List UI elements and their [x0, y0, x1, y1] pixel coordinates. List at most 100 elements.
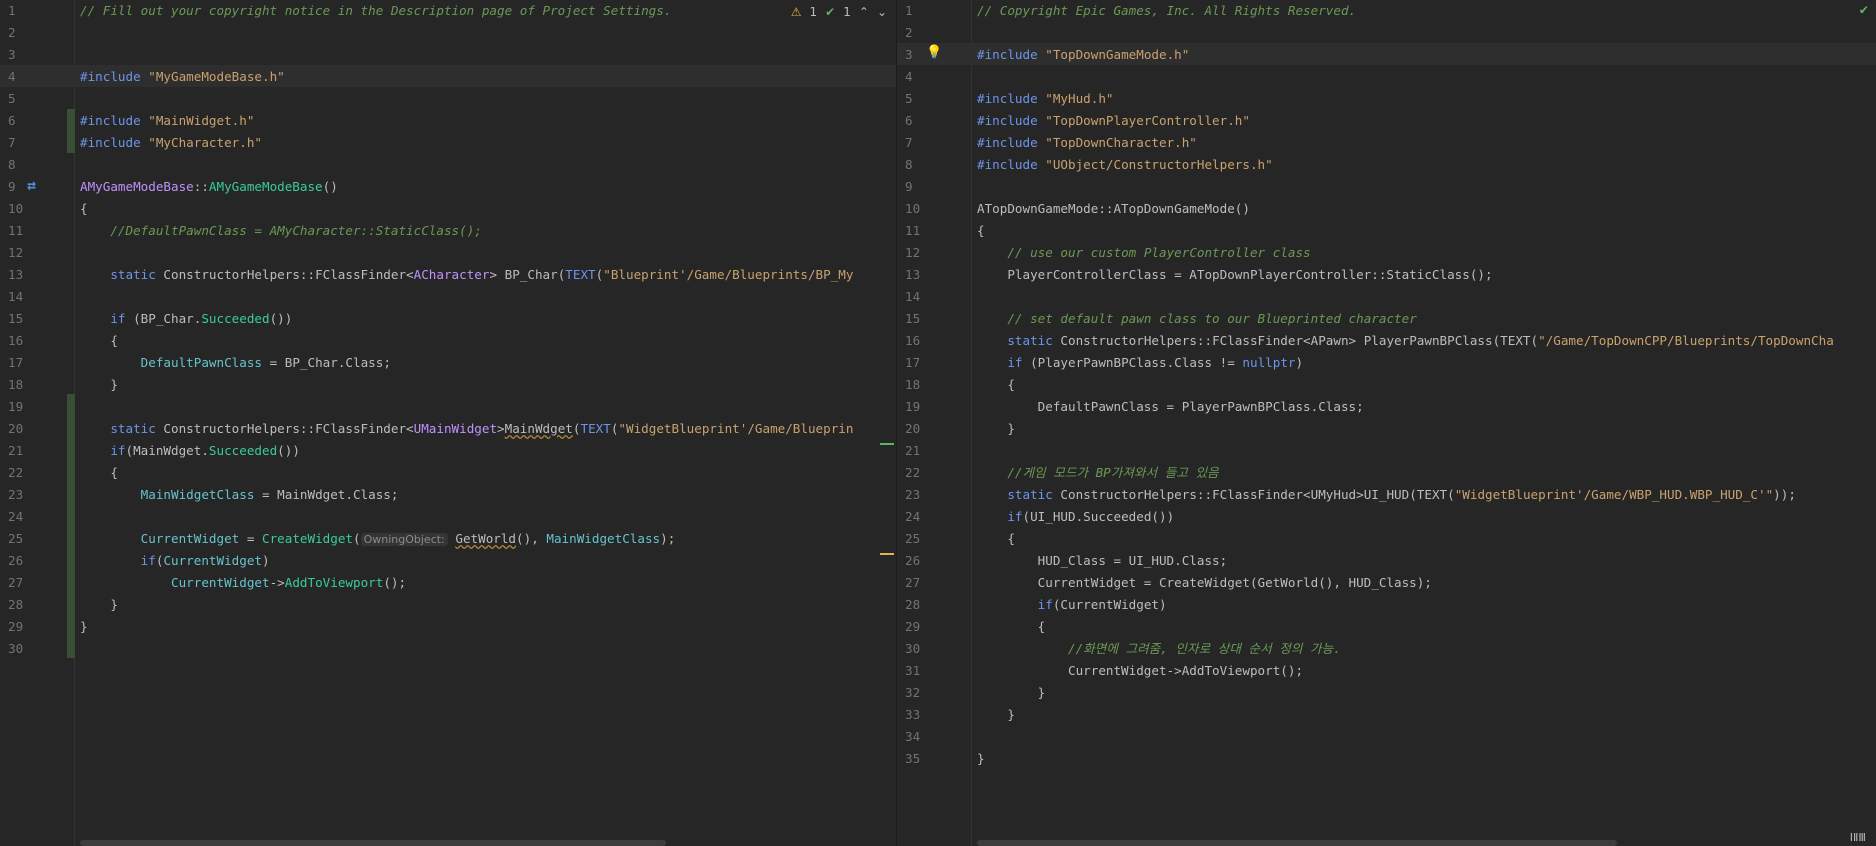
line-number[interactable]: 31 [905, 660, 945, 682]
line-number[interactable]: 9 [905, 176, 945, 198]
line-number[interactable]: 14 [905, 286, 945, 308]
code-text[interactable]: if(MainWdget.Succeeded()) [80, 440, 300, 462]
code-text[interactable]: HUD_Class = UI_HUD.Class; [977, 550, 1228, 572]
line-number[interactable]: 6 [905, 110, 945, 132]
code-text[interactable]: MainWidgetClass = MainWdget.Class; [80, 484, 399, 506]
code-text[interactable]: static ConstructorHelpers::FClassFinder<… [977, 330, 1833, 352]
line-number[interactable]: 6 [8, 110, 48, 132]
code-text[interactable]: } [80, 594, 118, 616]
left-horizontal-scrollbar[interactable] [80, 840, 666, 846]
code-text[interactable]: #include "MyGameModeBase.h" [80, 66, 285, 88]
line-number[interactable]: 18 [905, 374, 945, 396]
line-number[interactable]: 28 [8, 594, 48, 616]
line-number[interactable]: 10 [8, 198, 48, 220]
line-number[interactable]: 8 [8, 154, 48, 176]
code-text[interactable]: //게임 모드가 BP가져와서 들고 있음 [977, 462, 1218, 484]
line-number[interactable]: 26 [905, 550, 945, 572]
code-text[interactable]: #include "TopDownCharacter.h" [977, 132, 1197, 154]
code-text[interactable]: { [80, 462, 118, 484]
code-text[interactable]: // set default pawn class to our Bluepri… [977, 308, 1416, 330]
code-text[interactable]: CurrentWidget->AddToViewport(); [80, 572, 406, 594]
line-number[interactable]: 5 [8, 88, 48, 110]
line-number[interactable]: 24 [8, 506, 48, 528]
code-text[interactable]: //화면에 그려줌, 인자로 상대 순서 정의 가능. [977, 638, 1341, 660]
line-number[interactable]: 27 [905, 572, 945, 594]
line-number[interactable]: 25 [905, 528, 945, 550]
code-text[interactable]: #include "TopDownGameMode.h" [977, 44, 1189, 66]
code-text[interactable]: #include "MainWidget.h" [80, 110, 254, 132]
code-text[interactable]: #include "UObject/ConstructorHelpers.h" [977, 154, 1273, 176]
line-number[interactable]: 4 [8, 66, 48, 88]
line-number[interactable]: 28 [905, 594, 945, 616]
line-number[interactable]: 12 [8, 242, 48, 264]
code-text[interactable]: { [977, 374, 1015, 396]
line-number[interactable]: 25 [8, 528, 48, 550]
code-text[interactable]: } [80, 374, 118, 396]
line-number[interactable]: 29 [8, 616, 48, 638]
code-text[interactable]: if(CurrentWidget) [977, 594, 1167, 616]
line-number[interactable]: 7 [905, 132, 945, 154]
line-number[interactable]: 18 [8, 374, 48, 396]
code-text[interactable]: CurrentWidget = CreateWidget(OwningObjec… [80, 528, 675, 551]
code-text[interactable]: static ConstructorHelpers::FClassFinder<… [80, 264, 853, 286]
line-number[interactable]: 15 [905, 308, 945, 330]
line-number[interactable]: 16 [905, 330, 945, 352]
line-number[interactable]: 19 [905, 396, 945, 418]
line-number[interactable]: 5 [905, 88, 945, 110]
no-problems-check-icon[interactable]: ✔ [1860, 2, 1868, 18]
next-highlight-button[interactable]: ⌄ [877, 5, 887, 19]
right-horizontal-scrollbar[interactable] [977, 840, 1617, 846]
line-number[interactable]: 29 [905, 616, 945, 638]
line-number[interactable]: 19 [8, 396, 48, 418]
line-number[interactable]: 22 [8, 462, 48, 484]
line-number[interactable]: 13 [8, 264, 48, 286]
line-number[interactable]: 15 [8, 308, 48, 330]
code-text[interactable]: //DefaultPawnClass = AMyCharacter::Stati… [80, 220, 482, 242]
code-text[interactable]: if(UI_HUD.Succeeded()) [977, 506, 1174, 528]
code-text[interactable]: } [977, 704, 1015, 726]
line-number[interactable]: 8 [905, 154, 945, 176]
line-number[interactable]: 4 [905, 66, 945, 88]
line-number[interactable]: 32 [905, 682, 945, 704]
line-number[interactable]: 34 [905, 726, 945, 748]
code-text[interactable]: if(CurrentWidget) [80, 550, 270, 572]
code-text[interactable]: ATopDownGameMode::ATopDownGameMode() [977, 198, 1250, 220]
code-text[interactable]: // Fill out your copyright notice in the… [80, 0, 671, 22]
code-text[interactable]: { [80, 198, 88, 220]
line-number[interactable]: 27 [8, 572, 48, 594]
line-number[interactable]: 21 [905, 440, 945, 462]
code-text[interactable]: } [977, 748, 985, 770]
line-number[interactable]: 22 [905, 462, 945, 484]
line-number[interactable]: 9 [8, 176, 48, 198]
line-number[interactable]: 11 [8, 220, 48, 242]
left-editor-pane[interactable]: ⇄ ⚠ 1 ✔ 1 ⌃ ⌄ 1// Fill out your copyrigh… [0, 0, 897, 846]
line-number[interactable]: 1 [905, 0, 945, 22]
line-number[interactable]: 3 [8, 44, 48, 66]
code-text[interactable]: // Copyright Epic Games, Inc. All Rights… [977, 0, 1356, 22]
line-number[interactable]: 24 [905, 506, 945, 528]
line-number[interactable]: 17 [8, 352, 48, 374]
line-number[interactable]: 11 [905, 220, 945, 242]
line-number[interactable]: 20 [905, 418, 945, 440]
line-number[interactable]: 3 [905, 44, 945, 66]
code-text[interactable]: } [977, 682, 1046, 704]
line-number[interactable]: 13 [905, 264, 945, 286]
code-text[interactable]: // use our custom PlayerController class [977, 242, 1310, 264]
code-text[interactable]: { [977, 220, 985, 242]
code-text[interactable]: #include "MyHud.h" [977, 88, 1114, 110]
code-text[interactable]: { [977, 616, 1046, 638]
line-number[interactable]: 12 [905, 242, 945, 264]
line-number[interactable]: 2 [905, 22, 945, 44]
code-text[interactable]: CurrentWidget = CreateWidget(GetWorld(),… [977, 572, 1432, 594]
code-text[interactable]: if (BP_Char.Succeeded()) [80, 308, 292, 330]
prev-highlight-button[interactable]: ⌃ [859, 5, 869, 19]
code-text[interactable]: DefaultPawnClass = PlayerPawnBPClass.Cla… [977, 396, 1364, 418]
line-number[interactable]: 30 [905, 638, 945, 660]
code-text[interactable]: PlayerControllerClass = ATopDownPlayerCo… [977, 264, 1492, 286]
code-text[interactable]: } [977, 418, 1015, 440]
line-number[interactable]: 10 [905, 198, 945, 220]
code-text[interactable]: } [80, 616, 88, 638]
line-number[interactable]: 26 [8, 550, 48, 572]
line-number[interactable]: 2 [8, 22, 48, 44]
line-number[interactable]: 20 [8, 418, 48, 440]
